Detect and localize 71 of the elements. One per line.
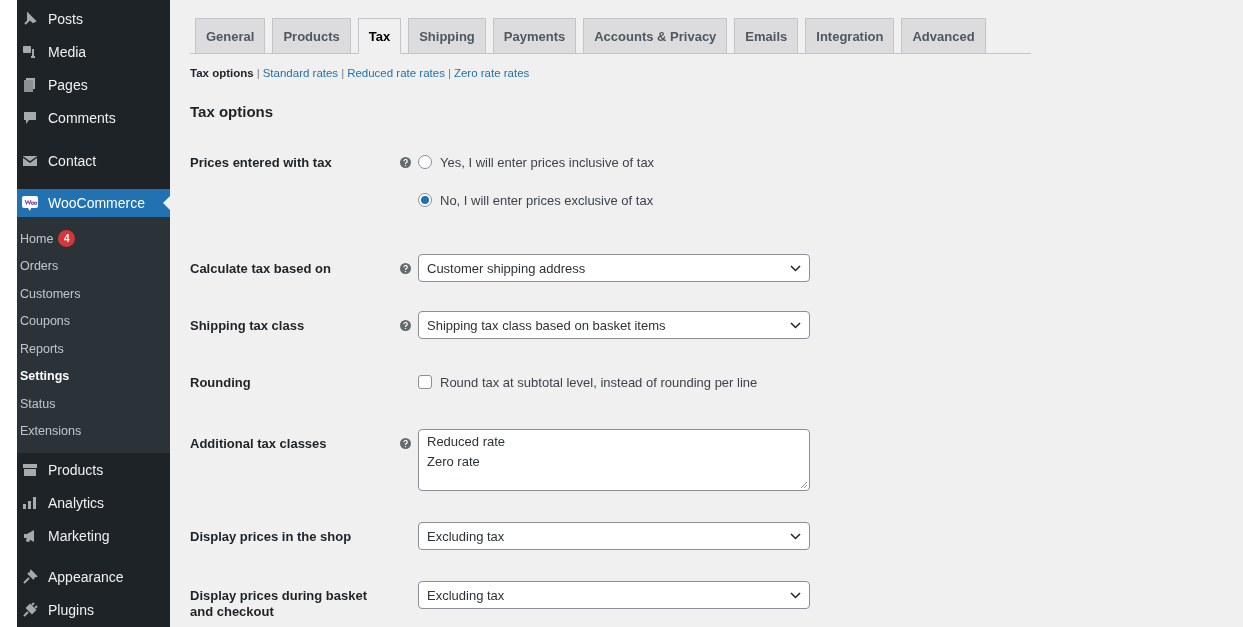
separator: | <box>256 67 260 79</box>
media-icon <box>22 43 38 60</box>
plug-icon <box>22 601 38 618</box>
chevron-down-icon <box>790 264 801 272</box>
checkbox[interactable] <box>418 375 432 389</box>
separator: | <box>447 67 451 79</box>
settings-tab[interactable]: Products <box>272 18 351 53</box>
dropdown-select[interactable]: Shipping tax class based on basket items <box>418 311 810 339</box>
sidebar-menu-item[interactable]: WooCommerce <box>17 189 170 217</box>
help-icon[interactable] <box>400 157 411 168</box>
sidebar-menu-item[interactable]: Pages <box>17 68 170 101</box>
settings-tab[interactable]: General <box>195 18 266 53</box>
field-label: Rounding <box>190 374 252 391</box>
settings-tab[interactable]: Integration <box>805 18 895 53</box>
chevron-down-icon <box>790 532 801 540</box>
sidebar-menu-item[interactable]: Contact <box>17 144 170 177</box>
help-icon[interactable] <box>400 263 411 274</box>
field-label: Display prices in the shop <box>190 528 353 545</box>
field-label: Display prices during basket and checkout <box>190 587 368 620</box>
chevron-down-icon <box>790 321 801 329</box>
sidebar-menu-item[interactable]: Analytics <box>17 486 170 519</box>
sidebar-menu-item[interactable]: Comments <box>17 101 170 134</box>
submenu-item[interactable]: Status <box>17 390 170 418</box>
field-label: Shipping tax class <box>190 317 306 334</box>
help-icon[interactable] <box>400 438 411 449</box>
option-label: Yes, I will enter prices inclusive of tax <box>440 154 655 170</box>
submenu-item[interactable]: Extensions <box>17 417 170 445</box>
resize-handle-icon[interactable] <box>799 480 808 489</box>
settings-tab[interactable]: Tax <box>357 18 402 54</box>
settings-tab[interactable]: Payments <box>492 18 577 53</box>
separator: | <box>341 67 345 79</box>
settings-tab[interactable]: Shipping <box>408 18 486 53</box>
sidebar-menu-item[interactable]: Plugins <box>17 593 170 626</box>
field-label: Prices entered with tax <box>190 154 333 171</box>
woo-logo-icon <box>22 195 38 211</box>
chevron-down-icon <box>790 591 801 599</box>
option-label: No, I will enter prices exclusive of tax <box>440 192 654 208</box>
submenu-item[interactable]: Reports <box>17 335 170 363</box>
sidebar-menu-item[interactable]: Products <box>17 453 170 486</box>
settings-tab[interactable]: Accounts & Privacy <box>583 18 728 53</box>
field-label: Calculate tax based on <box>190 260 332 277</box>
option-label: Round tax at subtotal level, instead of rounding per line <box>440 374 758 390</box>
section-link[interactable]: Standard rates <box>262 67 339 79</box>
submenu-item[interactable]: Customers <box>17 280 170 308</box>
sidebar-menu-item[interactable]: Appearance <box>17 560 170 593</box>
notification-count: 4 <box>58 230 76 248</box>
dropdown-select[interactable]: Excluding tax <box>418 522 810 550</box>
settings-tab[interactable]: Emails <box>734 18 799 53</box>
submenu-item[interactable]: Coupons <box>17 307 170 335</box>
pages-icon <box>22 76 38 93</box>
speech-bubble-icon <box>22 109 38 126</box>
sidebar-menu-item[interactable]: Marketing <box>17 519 170 552</box>
section-heading: Tax options <box>190 103 275 122</box>
dropdown-select[interactable]: Customer shipping address <box>418 254 810 282</box>
dropdown-select[interactable]: Excluding tax <box>418 581 810 609</box>
bar-chart-icon <box>22 494 38 511</box>
radio-button[interactable] <box>418 193 432 207</box>
text-area[interactable]: Reduced rate Zero rate <box>418 429 810 491</box>
sidebar-menu-item[interactable]: Media <box>17 35 170 68</box>
submenu-item[interactable]: Orders <box>17 252 170 280</box>
archive-box-icon <box>22 461 38 478</box>
current-section-label[interactable]: Tax options <box>190 67 254 79</box>
submenu-item[interactable]: Home 4 <box>17 225 170 253</box>
field-label: Additional tax classes <box>190 435 328 452</box>
section-link[interactable]: Zero rate rates <box>453 67 530 79</box>
settings-tab[interactable]: Advanced <box>901 18 986 53</box>
sidebar-menu-item[interactable]: Posts <box>17 2 170 35</box>
submenu-item[interactable]: Settings <box>17 362 170 390</box>
radio-button[interactable] <box>418 155 432 169</box>
section-link[interactable]: Reduced rate rates <box>347 67 445 79</box>
help-icon[interactable] <box>400 320 411 331</box>
